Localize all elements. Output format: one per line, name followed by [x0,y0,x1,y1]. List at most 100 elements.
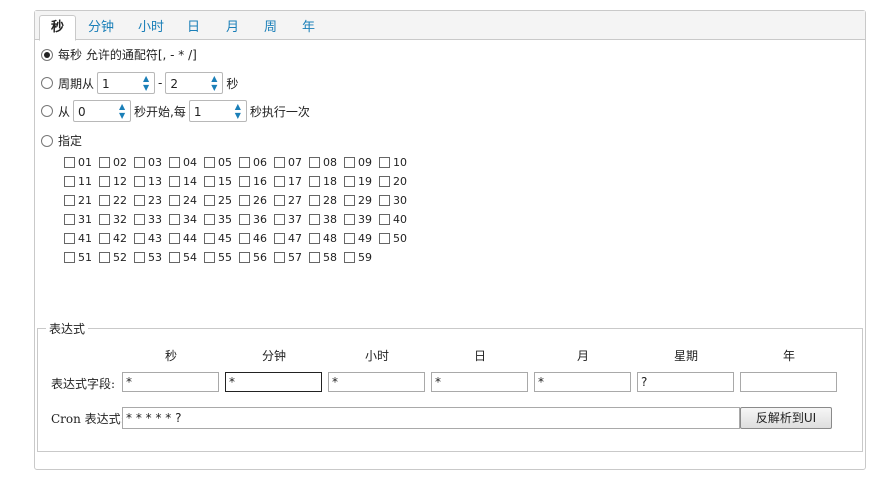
second-checkbox-item[interactable]: 27 [274,194,302,207]
checkbox[interactable] [204,252,215,263]
second-checkbox-item[interactable]: 08 [309,156,337,169]
tab-hour[interactable]: 小时 [127,17,175,40]
second-checkbox-item[interactable]: 39 [344,213,372,226]
second-checkbox-item[interactable]: 17 [274,175,302,188]
checkbox[interactable] [169,214,180,225]
checkbox[interactable] [134,176,145,187]
second-checkbox-item[interactable]: 24 [169,194,197,207]
checkbox[interactable] [274,176,285,187]
chevron-down-icon[interactable]: ▼ [232,111,244,120]
checkbox[interactable] [239,214,250,225]
second-checkbox-item[interactable]: 04 [169,156,197,169]
second-checkbox-item[interactable]: 48 [309,232,337,245]
checkbox[interactable] [204,195,215,206]
second-checkbox-item[interactable]: 16 [239,175,267,188]
checkbox[interactable] [99,195,110,206]
cron-expression-input[interactable]: * * * * * ? [122,407,740,429]
checkbox[interactable] [64,233,75,244]
second-checkbox-item[interactable]: 49 [344,232,372,245]
checkbox[interactable] [64,214,75,225]
cycle-end-spinner[interactable]: 2 ▲ ▼ [165,72,224,94]
checkbox[interactable] [309,252,320,263]
checkbox[interactable] [379,195,390,206]
checkbox[interactable] [239,252,250,263]
field-hour[interactable]: * [328,372,425,392]
checkbox[interactable] [274,195,285,206]
second-checkbox-item[interactable]: 06 [239,156,267,169]
checkbox[interactable] [169,233,180,244]
chevron-down-icon[interactable]: ▼ [116,111,128,120]
second-checkbox-item[interactable]: 21 [64,194,92,207]
tab-week[interactable]: 周 [253,17,288,40]
second-checkbox-item[interactable]: 26 [239,194,267,207]
checkbox[interactable] [344,252,355,263]
second-checkbox-item[interactable]: 09 [344,156,372,169]
chevron-up-icon[interactable]: ▲ [116,102,128,111]
second-checkbox-item[interactable]: 31 [64,213,92,226]
tab-year[interactable]: 年 [291,17,326,40]
second-checkbox-item[interactable]: 10 [379,156,407,169]
second-checkbox-item[interactable]: 13 [134,175,162,188]
checkbox[interactable] [309,195,320,206]
checkbox[interactable] [344,233,355,244]
checkbox[interactable] [309,214,320,225]
checkbox[interactable] [134,195,145,206]
second-checkbox-item[interactable]: 14 [169,175,197,188]
second-checkbox-item[interactable]: 12 [99,175,127,188]
field-year[interactable] [740,372,837,392]
second-checkbox-item[interactable]: 28 [309,194,337,207]
checkbox[interactable] [134,252,145,263]
checkbox[interactable] [169,176,180,187]
tab-month[interactable]: 月 [215,17,250,40]
checkbox[interactable] [64,176,75,187]
from-interval-spinner[interactable]: 1 ▲ ▼ [188,100,247,122]
cycle-start-spinner[interactable]: 1 ▲ ▼ [97,72,156,94]
second-checkbox-item[interactable]: 29 [344,194,372,207]
second-checkbox-item[interactable]: 46 [239,232,267,245]
checkbox[interactable] [379,214,390,225]
second-checkbox-item[interactable]: 45 [204,232,232,245]
second-checkbox-item[interactable]: 33 [134,213,162,226]
radio-from[interactable] [41,105,53,117]
second-checkbox-item[interactable]: 57 [274,251,302,264]
checkbox[interactable] [309,176,320,187]
second-checkbox-item[interactable]: 40 [379,213,407,226]
checkbox[interactable] [274,157,285,168]
checkbox[interactable] [99,252,110,263]
second-checkbox-item[interactable]: 22 [99,194,127,207]
second-checkbox-item[interactable]: 11 [64,175,92,188]
checkbox[interactable] [134,233,145,244]
checkbox[interactable] [239,233,250,244]
second-checkbox-item[interactable]: 59 [344,251,372,264]
checkbox[interactable] [204,176,215,187]
field-week[interactable]: ? [637,372,734,392]
checkbox[interactable] [204,157,215,168]
second-checkbox-item[interactable]: 30 [379,194,407,207]
checkbox[interactable] [169,252,180,263]
second-checkbox-item[interactable]: 37 [274,213,302,226]
second-checkbox-item[interactable]: 55 [204,251,232,264]
second-checkbox-item[interactable]: 56 [239,251,267,264]
checkbox[interactable] [64,195,75,206]
field-second[interactable]: * [122,372,219,392]
second-checkbox-item[interactable]: 43 [134,232,162,245]
checkbox[interactable] [309,157,320,168]
checkbox[interactable] [344,195,355,206]
chevron-down-icon[interactable]: ▼ [140,83,152,92]
checkbox[interactable] [64,157,75,168]
second-checkbox-item[interactable]: 25 [204,194,232,207]
checkbox[interactable] [239,157,250,168]
checkbox[interactable] [344,214,355,225]
radio-specify[interactable] [41,134,53,147]
checkbox[interactable] [274,233,285,244]
second-checkbox-item[interactable]: 38 [309,213,337,226]
parse-to-ui-button[interactable]: 反解析到UI [740,407,832,429]
checkbox[interactable] [134,214,145,225]
second-checkbox-item[interactable]: 23 [134,194,162,207]
second-checkbox-item[interactable]: 20 [379,175,407,188]
checkbox[interactable] [99,233,110,244]
checkbox[interactable] [204,214,215,225]
checkbox[interactable] [99,157,110,168]
radio-every-second[interactable] [41,48,53,61]
second-checkbox-item[interactable]: 01 [64,156,92,169]
